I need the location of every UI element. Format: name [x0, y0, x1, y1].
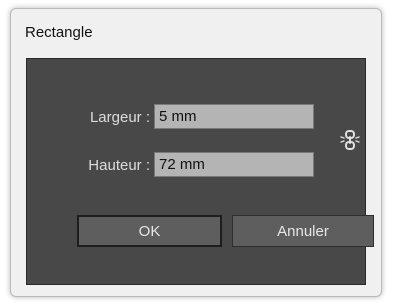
- height-label: Hauteur :: [88, 157, 150, 174]
- cancel-button[interactable]: Annuler: [232, 215, 374, 247]
- dialog-title: Rectangle: [25, 24, 93, 41]
- ok-button[interactable]: OK: [77, 215, 222, 247]
- dialog-panel: Largeur : Hauteur : OK Annuler: [26, 58, 374, 285]
- chain-link-icon[interactable]: [340, 129, 360, 151]
- width-input[interactable]: [154, 104, 314, 129]
- rectangle-dialog: Rectangle Largeur : Hauteur : OK: [10, 8, 382, 297]
- width-label: Largeur :: [89, 109, 150, 126]
- height-input[interactable]: [154, 152, 314, 177]
